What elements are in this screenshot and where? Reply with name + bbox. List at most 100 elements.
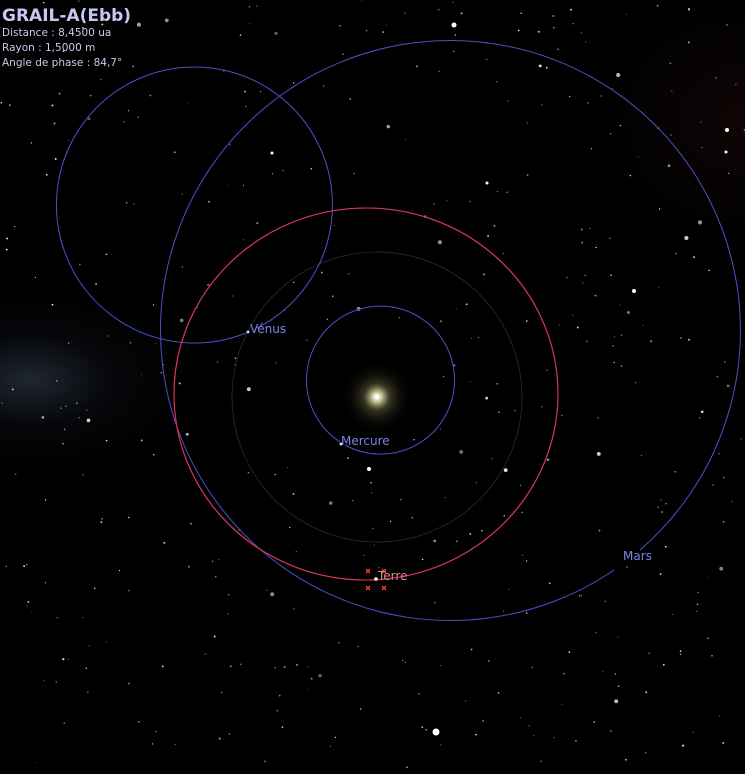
star <box>274 31 278 35</box>
star <box>228 733 231 735</box>
star <box>249 23 251 25</box>
star <box>326 318 328 320</box>
star <box>307 688 309 690</box>
star <box>560 414 563 417</box>
star <box>248 5 251 8</box>
star <box>5 248 8 251</box>
star <box>438 70 440 73</box>
bright-star <box>485 181 489 185</box>
star <box>152 304 155 306</box>
star <box>138 720 140 723</box>
star <box>641 455 643 457</box>
star <box>34 276 36 278</box>
star <box>460 12 463 15</box>
star <box>614 673 617 675</box>
star <box>227 613 229 615</box>
star <box>439 439 441 441</box>
star <box>503 515 505 517</box>
star <box>329 745 331 747</box>
star <box>613 361 615 364</box>
star <box>582 282 584 284</box>
star <box>123 121 125 123</box>
star <box>581 241 584 244</box>
star <box>528 725 530 727</box>
star <box>452 50 455 53</box>
star <box>242 239 245 241</box>
star <box>692 731 694 734</box>
star <box>514 409 516 412</box>
star <box>181 193 183 195</box>
star <box>8 104 11 106</box>
star <box>493 224 496 227</box>
star <box>55 380 58 382</box>
venus-label[interactable]: Vénus <box>250 322 286 336</box>
bright-star <box>270 151 274 155</box>
star <box>602 671 604 673</box>
star <box>469 381 471 383</box>
star <box>411 517 413 519</box>
star <box>557 48 559 50</box>
star <box>620 334 622 336</box>
star <box>416 65 418 68</box>
star <box>89 94 92 97</box>
star <box>502 610 505 612</box>
star <box>95 283 98 285</box>
star <box>256 222 259 225</box>
star <box>658 287 660 289</box>
star <box>575 739 577 742</box>
star <box>586 340 588 343</box>
star <box>127 110 130 112</box>
star <box>78 416 80 419</box>
sky-view[interactable]: GRAIL-A(Ebb) Distance : 8,4500 ua Rayon … <box>0 0 745 774</box>
star <box>700 121 702 123</box>
star <box>129 341 132 344</box>
star <box>35 762 37 764</box>
star <box>604 600 607 603</box>
star <box>437 8 440 11</box>
star <box>239 663 242 666</box>
star <box>597 417 599 419</box>
star <box>141 374 143 376</box>
star <box>482 720 484 722</box>
bright-star <box>725 128 729 132</box>
star <box>585 41 587 43</box>
star <box>580 32 582 34</box>
star <box>389 520 392 523</box>
star <box>566 276 568 279</box>
star <box>674 470 677 473</box>
venus-orbit[interactable] <box>55 66 333 344</box>
star <box>719 566 724 571</box>
star <box>596 244 598 246</box>
star <box>370 481 372 484</box>
bright-star <box>724 150 728 154</box>
star <box>245 105 247 108</box>
star <box>465 303 468 306</box>
star <box>100 78 102 80</box>
mars-orbit[interactable] <box>160 40 741 621</box>
star <box>82 474 84 476</box>
mercury-label[interactable]: Mercure <box>341 434 390 448</box>
star <box>526 174 529 176</box>
star <box>307 666 309 668</box>
star <box>546 458 550 461</box>
sky-canvas[interactable] <box>0 0 745 774</box>
star <box>58 92 61 95</box>
star <box>545 66 548 69</box>
star <box>726 384 730 388</box>
star <box>486 58 488 61</box>
star <box>62 442 64 445</box>
earth-label[interactable]: Terre <box>378 569 407 583</box>
star <box>712 484 714 486</box>
star <box>470 337 473 339</box>
mars-label[interactable]: Mars <box>623 549 652 563</box>
star <box>181 266 184 268</box>
star <box>469 533 472 535</box>
star <box>0 101 3 104</box>
star <box>11 388 14 391</box>
star <box>342 53 344 56</box>
star <box>576 326 579 329</box>
star <box>386 124 391 129</box>
star <box>160 371 163 374</box>
star <box>418 693 420 695</box>
star <box>5 565 7 568</box>
